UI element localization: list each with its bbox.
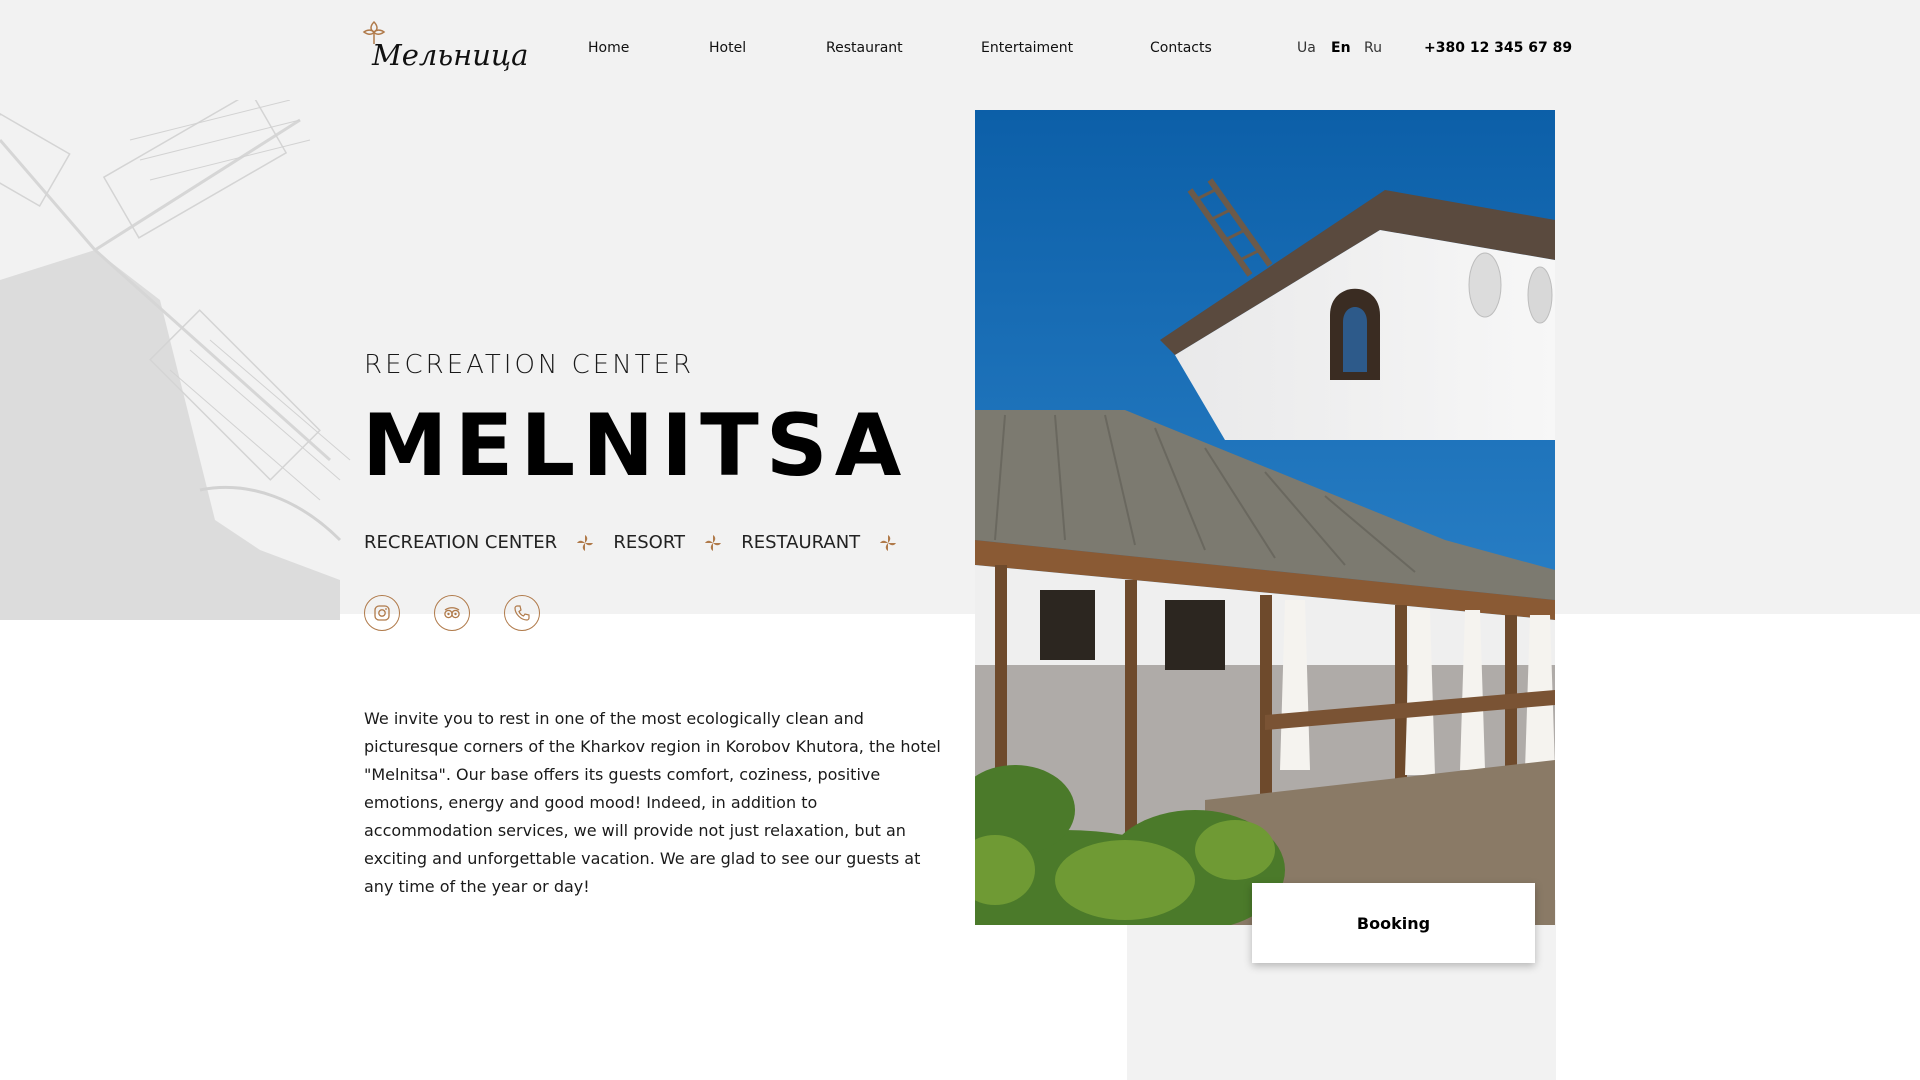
- nav-entertainment[interactable]: Entertaiment: [981, 40, 1073, 56]
- tripadvisor-icon: [444, 607, 460, 619]
- tag-resort: RESORT: [613, 532, 686, 553]
- instagram-icon: [374, 605, 390, 621]
- hero-tags: RECREATION CENTER RESORT RESTAURANT: [364, 532, 911, 558]
- hero-subtitle: RECREATION CENTER: [364, 350, 695, 380]
- pinwheel-icon: [880, 534, 897, 551]
- windmill-silhouette: [0, 100, 351, 620]
- phone-icon: [514, 605, 530, 621]
- lang-ru[interactable]: Ru: [1364, 40, 1382, 56]
- tag-restaurant: RESTAURANT: [741, 532, 861, 553]
- logo[interactable]: Мельница: [362, 20, 528, 74]
- phone-link[interactable]: [504, 595, 540, 631]
- nav-contacts[interactable]: Contacts: [1150, 40, 1212, 56]
- lang-en[interactable]: En: [1331, 40, 1351, 56]
- booking-button[interactable]: Booking: [1252, 883, 1535, 963]
- hotel-photo: [975, 110, 1555, 925]
- pinwheel-icon: [577, 534, 594, 551]
- nav-restaurant[interactable]: Restaurant: [826, 40, 903, 56]
- tripadvisor-link[interactable]: [434, 595, 470, 631]
- hero-title: MELNITSA: [362, 396, 909, 496]
- lang-ua[interactable]: Ua: [1297, 40, 1316, 56]
- nav-hotel[interactable]: Hotel: [709, 40, 746, 56]
- instagram-link[interactable]: [364, 595, 400, 631]
- booking-label: Booking: [1356, 913, 1431, 933]
- site-header: Мельница Home Hotel Restaurant Entertaim…: [0, 0, 1920, 100]
- hero-description: We invite you to rest in one of the most…: [364, 709, 941, 896]
- pinwheel-icon: [705, 534, 722, 551]
- nav-home[interactable]: Home: [588, 40, 629, 56]
- header-phone[interactable]: +380 12 345 67 89: [1424, 40, 1572, 56]
- tag-recreation-center: RECREATION CENTER: [364, 532, 558, 553]
- logo-text: Мельница: [372, 38, 529, 72]
